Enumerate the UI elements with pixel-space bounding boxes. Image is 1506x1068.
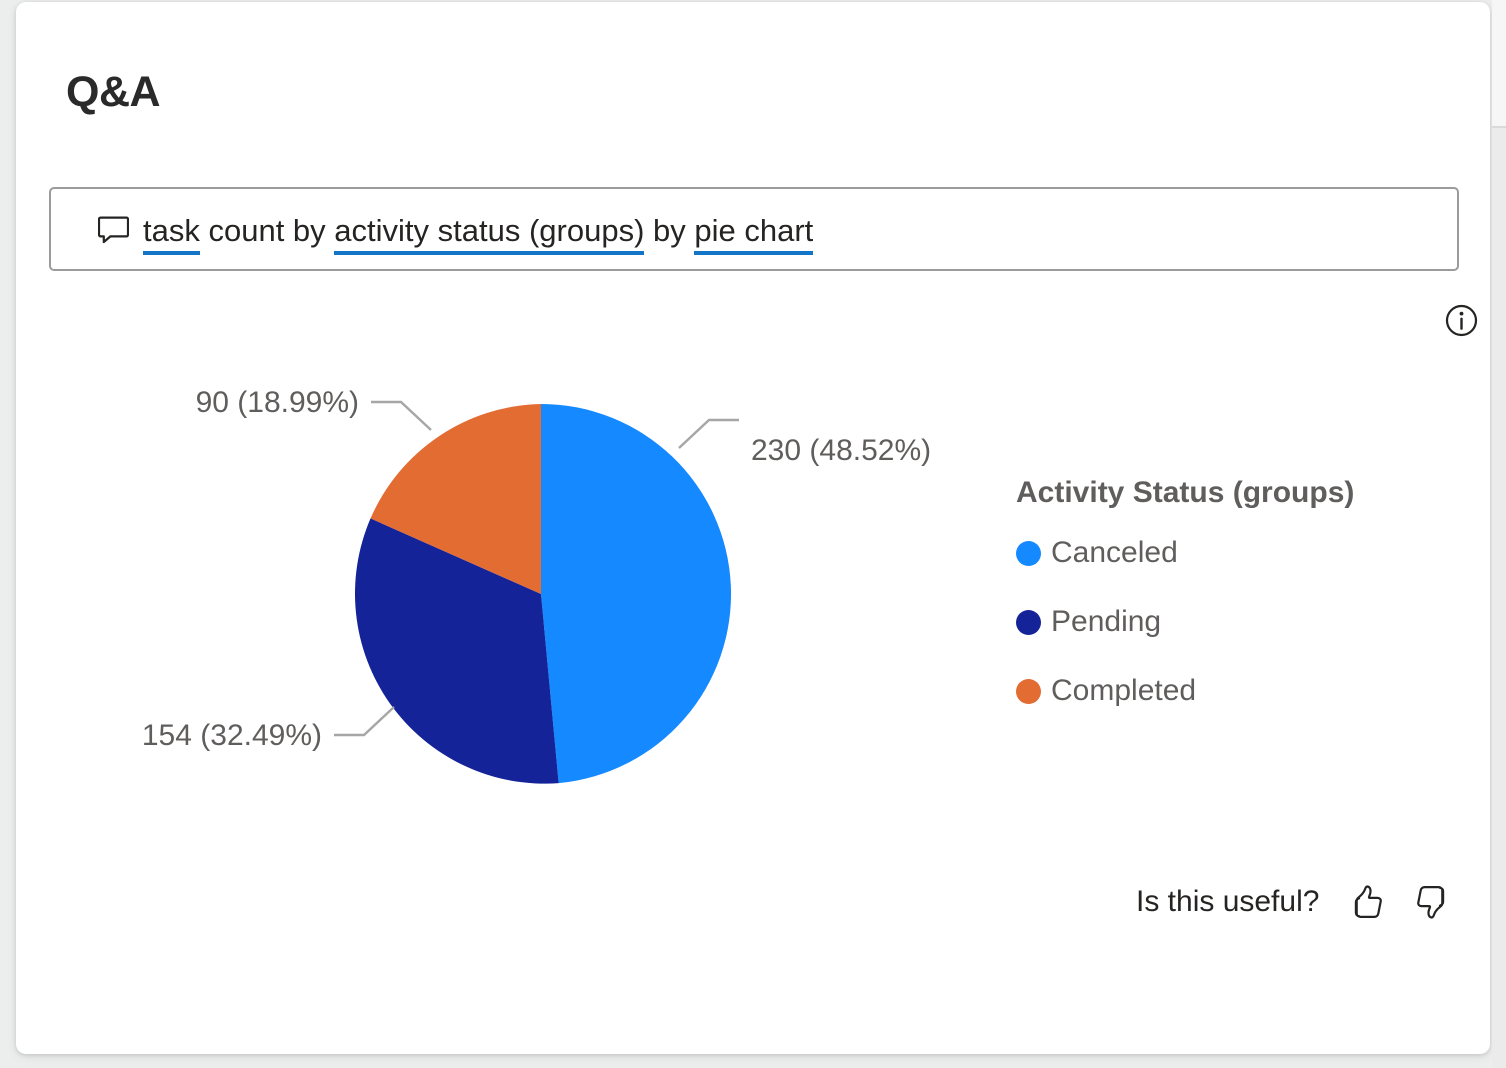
qa-card: Q&A task count by activity status (group… <box>16 2 1490 1054</box>
legend-item-canceled[interactable]: Canceled <box>1016 530 1446 576</box>
query-token-plain-2: by <box>644 213 695 248</box>
chart-legend: Activity Status (groups) Canceled Pendin… <box>1016 476 1446 737</box>
speech-bubble-icon <box>97 216 130 244</box>
query-token-task: task <box>143 213 200 255</box>
query-token-activity-status: activity status (groups) <box>334 213 645 255</box>
pie-chart-visual: 230 (48.52%) 90 (18.99%) 154 (32.49%) Ac… <box>49 352 1459 852</box>
thumbs-down-icon[interactable] <box>1413 882 1453 922</box>
legend-swatch-pending <box>1016 609 1041 635</box>
feedback-bar: Is this useful? <box>1136 882 1453 922</box>
legend-label-canceled: Canceled <box>1051 536 1178 569</box>
leader-line-canceled <box>678 418 739 449</box>
page-title: Q&A <box>66 68 161 116</box>
pie-chart-svg[interactable]: 230 (48.52%) 90 (18.99%) 154 (32.49%) <box>49 352 1049 822</box>
leader-line-pending <box>334 706 395 737</box>
legend-label-pending: Pending <box>1051 605 1162 638</box>
legend-title: Activity Status (groups) <box>1016 476 1355 509</box>
query-token-plain-1: count by <box>199 213 335 248</box>
pie-slice-canceled <box>541 404 732 784</box>
qa-query-text[interactable]: task count by activity status (groups) b… <box>143 205 814 257</box>
legend-label-completed: Completed <box>1051 674 1197 707</box>
pie-label-pending: 154 (32.49%) <box>142 719 322 752</box>
legend-item-pending[interactable]: Pending <box>1016 599 1446 645</box>
leader-line-completed <box>371 400 432 431</box>
legend-swatch-canceled <box>1016 540 1041 566</box>
info-icon[interactable] <box>1444 303 1479 338</box>
pie-label-completed: 90 (18.99%) <box>196 386 359 419</box>
legend-item-completed[interactable]: Completed <box>1016 668 1446 714</box>
legend-swatch-completed <box>1016 678 1041 704</box>
thumbs-up-icon[interactable] <box>1346 882 1386 922</box>
qa-search-input[interactable]: task count by activity status (groups) b… <box>49 187 1459 271</box>
feedback-label: Is this useful? <box>1136 885 1320 918</box>
qa-page: Q&A task count by activity status (group… <box>0 0 1506 1068</box>
vertical-scrollbar-track[interactable] <box>1492 0 1506 1068</box>
vertical-scrollbar-thumb[interactable] <box>1492 0 1506 128</box>
query-token-pie-chart: pie chart <box>694 213 814 255</box>
pie-label-canceled: 230 (48.52%) <box>751 434 931 467</box>
